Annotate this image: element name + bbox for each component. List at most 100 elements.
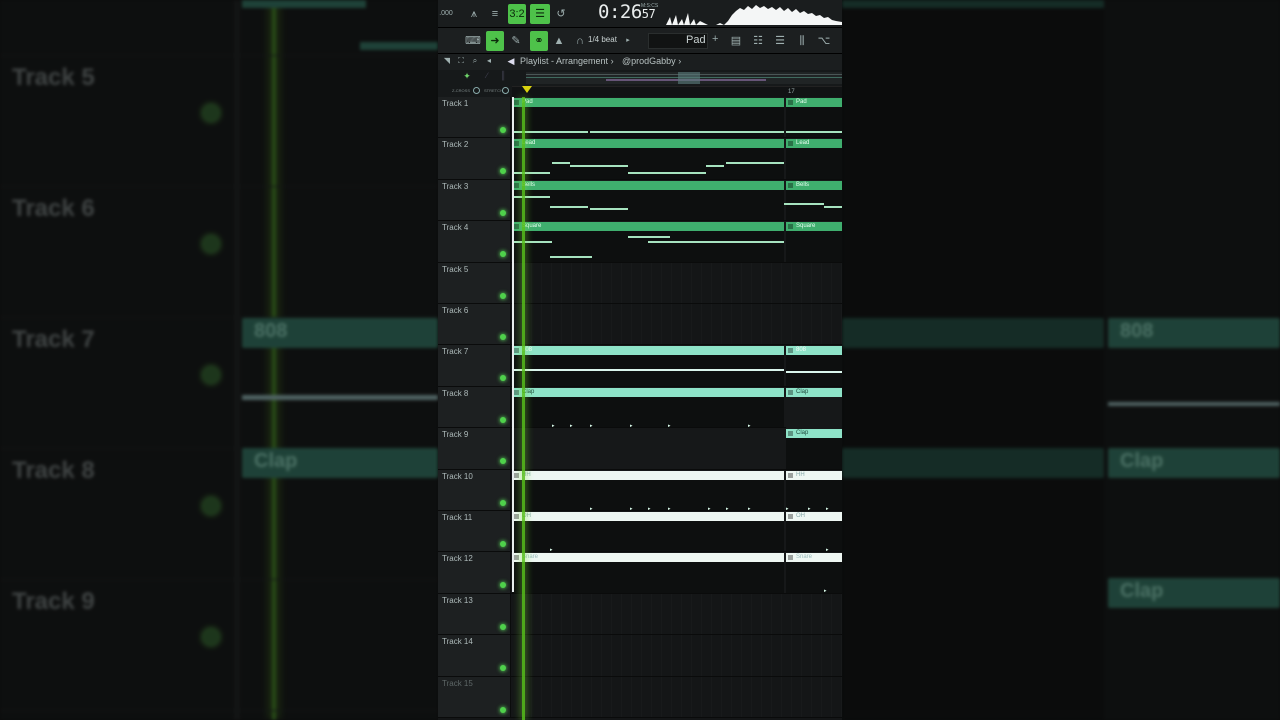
pattern-clip[interactable]: OH [512,511,784,552]
z-cross-toggle[interactable] [473,87,480,94]
playhead [522,97,525,720]
track-enable-led[interactable] [500,623,506,630]
playlist-icon[interactable]: ▤ [728,31,744,51]
add-pattern-icon[interactable]: + [712,33,718,45]
pattern-breadcrumb[interactable]: @prodGabby › [622,56,681,66]
track-enable-led[interactable] [500,209,506,216]
track-header[interactable]: Track 5 [438,262,511,303]
pattern-clip[interactable]: Square [786,221,842,262]
piano-icon[interactable]: ⌨ [464,31,482,51]
track-lane[interactable] [512,593,842,635]
pattern-clip[interactable]: Snare [786,552,842,593]
track-enable-led[interactable] [500,416,506,423]
pattern-clip[interactable]: Clap [786,428,842,469]
clip-title: Snare [512,553,784,563]
track-lane[interactable]: Snare Snare ▸ [512,552,842,594]
track-header[interactable]: Track 8 [438,386,511,428]
pattern-clip[interactable]: OH [786,511,842,552]
blend-notes-icon[interactable]: ☰ [530,4,550,24]
piano-roll-icon[interactable]: ☷ [750,31,766,51]
track-enable-led[interactable] [500,292,506,299]
pattern-clip[interactable]: Bells [786,180,842,221]
arrow-icon[interactable]: ➜ [486,31,504,51]
pattern-clip[interactable]: HH [512,470,784,510]
overview-scroll-handle[interactable] [678,72,700,84]
pattern-clip[interactable]: HH [786,470,842,510]
draw-tool-icon[interactable]: ✎ [508,31,524,51]
track-header[interactable]: Track 4 [438,221,511,262]
breadcrumb[interactable]: Playlist - Arrangement › [520,56,614,66]
track-lane[interactable]: OH OH ▸ ▸ [512,511,842,553]
track-header[interactable]: Track 13 [438,593,511,635]
loop-record-icon[interactable]: ↺ [552,4,570,24]
track-header[interactable]: Track 11 [438,511,511,552]
link-icon[interactable]: ⚭ [530,31,548,51]
playhead-marker[interactable] [522,86,532,93]
track-enable-led[interactable] [500,665,506,672]
song-overview[interactable] [526,72,842,84]
track-enable-led[interactable] [500,375,506,382]
slice-tool-icon[interactable]: ∕ [482,66,492,86]
track-lane[interactable]: 808 808 [512,345,842,386]
pattern-clip[interactable]: Snare [512,552,784,593]
track-lane[interactable] [512,262,842,303]
track-row: Track 15 [438,676,842,718]
track-header[interactable]: Track 9 [438,428,511,469]
track-header[interactable]: Track 14 [438,635,511,676]
track-lane[interactable]: Lead Lead [512,138,842,179]
track-header[interactable]: Track 6 [438,304,511,345]
track-lane[interactable]: Clap Clap ▸ ▸ ▸ ▸ ▸ ▸ [512,386,842,429]
track-enable-led[interactable] [500,582,506,589]
track-header[interactable]: Track 3 [438,179,511,221]
track-lane[interactable] [512,635,842,676]
pattern-clip[interactable]: 808 [786,345,842,386]
track-enable-led[interactable] [500,251,506,258]
track-enable-led[interactable] [500,127,506,133]
track-lane[interactable]: Clap [512,428,842,469]
pattern-clip[interactable]: Clap [512,387,784,428]
metronome-icon[interactable]: ⩚ [466,4,482,24]
track-enable-led[interactable] [500,334,506,340]
track-header[interactable]: Track 15 [438,676,511,717]
track-enable-led[interactable] [500,541,506,547]
track-header[interactable]: Track 2 [438,138,511,179]
tempo-readout[interactable]: .000 [438,4,454,24]
clip-title: Bells [512,180,784,190]
track-header[interactable]: Track 7 [438,345,511,386]
track-enable-led[interactable] [500,499,506,506]
track-header[interactable]: Track 1 [438,97,511,138]
stamp-icon[interactable]: ▲ [552,31,566,51]
track-lane[interactable]: Bells Bells [512,179,842,221]
clip-title: Bells [786,180,842,190]
track-enable-led[interactable] [500,458,506,465]
track-row: Track 7 808 808 [438,345,842,387]
channel-rack-icon[interactable]: ☰ [772,31,788,51]
pattern-clip[interactable]: Lead [786,138,842,179]
track-lane[interactable] [512,676,842,717]
snap-select[interactable]: 1/4 beat [588,35,617,44]
bg-clip: 808 [242,318,438,348]
pattern-clip[interactable]: Bells [512,180,784,221]
track-enable-led[interactable] [500,168,506,175]
background-left: Track 5 Track 6 Track 7 Track 8 Track 9 … [0,0,438,720]
track-lane[interactable]: HH HH ▸ ▸ ▸ ▸ ▸ ▸ ▸ ▸ ▸ ▸ [512,469,842,512]
track-lane[interactable] [512,304,842,345]
mute-tool-icon[interactable]: ║ [498,66,508,86]
browser-icon[interactable]: ⌥ [816,31,832,51]
pattern-clip[interactable]: 808 [512,345,784,386]
wait-input-icon[interactable]: ≡ [486,4,504,24]
timeline-tools: ✦ ∕ ║ Z-CROSS STRETCH 17 [438,70,842,98]
play-pattern-icon[interactable]: ▸ [624,31,632,51]
window-menu-icon[interactable]: ◥ [442,51,452,71]
magnet-icon[interactable]: ∩ [574,31,586,51]
track-header[interactable]: Track 12 [438,552,511,593]
track-enable-led[interactable] [500,706,506,713]
mixer-icon[interactable]: ⫼ [794,31,810,51]
track-lane[interactable]: Pad Pad [512,97,842,138]
track-row: Track 13 [438,593,842,636]
snap-tool-icon[interactable]: ✦ [462,66,472,86]
track-lane[interactable]: Square Square [512,221,842,262]
countdown-icon[interactable]: 3:2 [508,4,526,24]
track-header[interactable]: Track 10 [438,469,511,510]
stretch-toggle[interactable] [502,87,509,94]
